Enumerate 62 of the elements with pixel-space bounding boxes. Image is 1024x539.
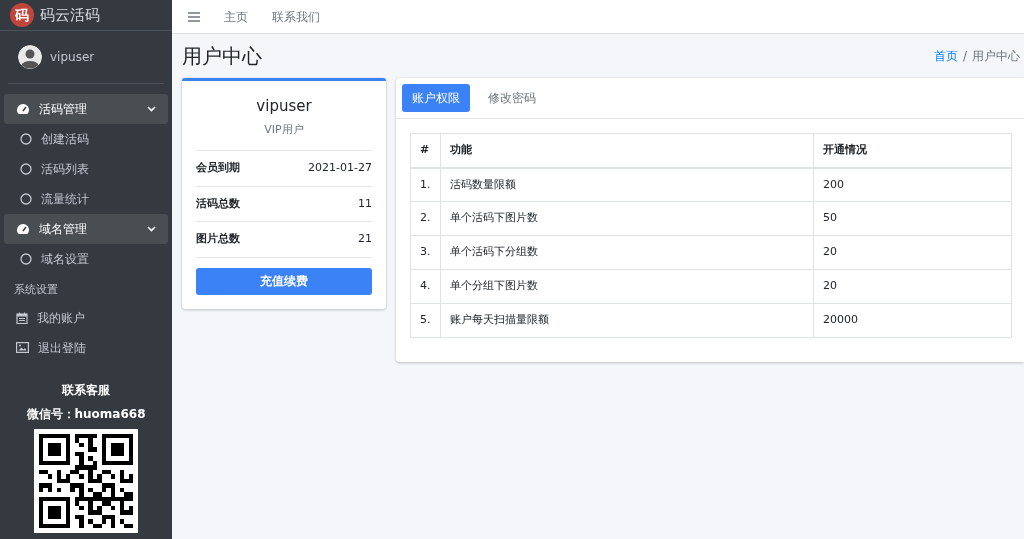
stat-label: 会员到期 xyxy=(196,160,240,176)
calendar-icon xyxy=(16,311,28,324)
section-header: 系统设置 xyxy=(13,282,59,298)
menu-icon[interactable] xyxy=(188,11,200,22)
menu-item[interactable]: 我的账户 xyxy=(4,302,168,333)
table-cell: 单个分组下图片数 xyxy=(440,269,814,304)
stat-label: 活码总数 xyxy=(196,195,240,212)
user-name[interactable]: vipuser xyxy=(50,48,95,66)
chevron-icon xyxy=(147,226,156,232)
breadcrumb-separator: / xyxy=(962,48,967,65)
table-cell: 4. xyxy=(410,269,440,304)
table-cell: 2. xyxy=(410,201,440,236)
table-cell: 单个活码下图片数 xyxy=(440,201,814,236)
avatar xyxy=(18,45,42,69)
wechat-id: 微信号：huoma668 xyxy=(25,405,147,423)
stat-label: 图片总数 xyxy=(196,231,240,247)
nav-link[interactable]: 主页 xyxy=(224,7,248,26)
table-cell: 账户每天扫描量限额 xyxy=(440,303,814,338)
qr-code-icon xyxy=(34,428,138,533)
dashboard-icon xyxy=(16,103,30,115)
menu-group[interactable]: 活码管理 xyxy=(4,94,168,124)
table-cell: 20 xyxy=(813,235,1012,270)
logo-icon: 码 xyxy=(10,3,34,27)
recharge-button[interactable]: 充值续费 xyxy=(196,267,372,295)
menu-item[interactable]: 退出登陆 xyxy=(4,332,168,363)
table-cell: 50 xyxy=(813,201,1012,236)
nav-link[interactable]: 联系我们 xyxy=(272,7,320,26)
column-header: 功能 xyxy=(440,133,814,168)
circle-icon xyxy=(20,163,32,175)
breadcrumb-current: 用户中心 xyxy=(972,48,1020,65)
profile-role: VIP用户 xyxy=(196,121,372,151)
table-cell: 单个活码下分组数 xyxy=(440,235,814,270)
dashboard-icon xyxy=(16,223,30,235)
table-cell: 3. xyxy=(410,235,440,270)
menu-item[interactable]: 创建活码 xyxy=(4,124,168,154)
column-header: # xyxy=(410,133,440,168)
tab[interactable]: 修改密码 xyxy=(478,84,546,112)
breadcrumb-link[interactable]: 首页 xyxy=(933,47,958,65)
chevron-icon xyxy=(147,106,156,112)
column-header: 开通情况 xyxy=(813,133,1012,168)
image-icon xyxy=(16,342,29,353)
brand-name[interactable]: 码云活码 xyxy=(40,3,100,27)
stat-value: 11 xyxy=(358,195,372,212)
table-cell: 1. xyxy=(410,167,440,202)
table-cell: 200 xyxy=(813,167,1012,202)
circle-icon xyxy=(20,253,32,265)
table-cell: 活码数量限额 xyxy=(440,167,814,202)
menu-item[interactable]: 流量统计 xyxy=(4,184,168,214)
stat-value: 2021-01-27 xyxy=(308,160,372,176)
stat-value: 21 xyxy=(358,231,372,247)
menu-item[interactable]: 域名设置 xyxy=(4,244,168,274)
tab[interactable]: 账户权限 xyxy=(402,84,470,112)
profile-name: vipuser xyxy=(255,96,313,117)
table-cell: 20000 xyxy=(813,303,1012,338)
circle-icon xyxy=(20,133,32,145)
menu-group[interactable]: 域名管理 xyxy=(4,214,168,244)
page-title: 用户中心 xyxy=(182,44,262,68)
circle-icon xyxy=(20,193,32,205)
menu-item[interactable]: 活码列表 xyxy=(4,154,168,184)
table-cell: 5. xyxy=(410,303,440,338)
table-cell: 20 xyxy=(813,269,1012,304)
contact-title: 联系客服 xyxy=(60,381,111,399)
